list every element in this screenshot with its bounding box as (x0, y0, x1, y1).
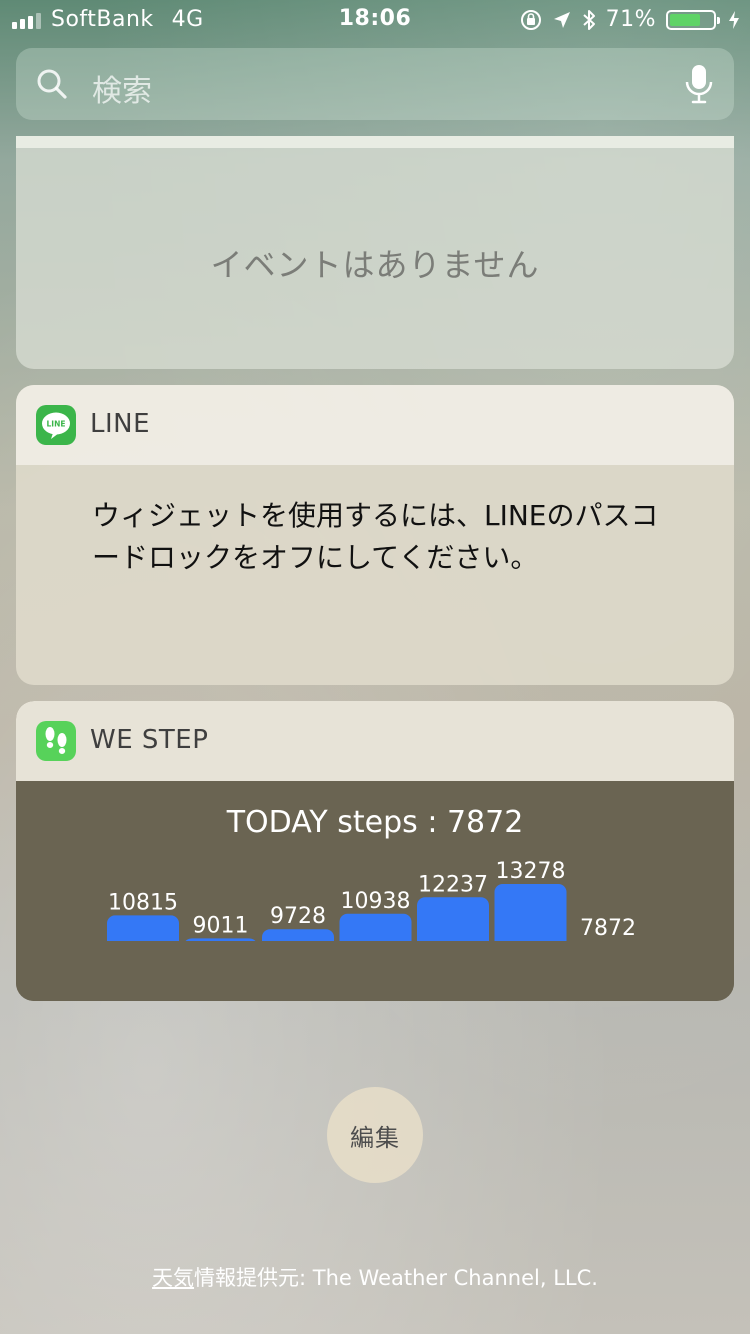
location-icon (553, 11, 570, 28)
charging-icon (729, 10, 739, 29)
svg-text:LINE: LINE (47, 420, 66, 429)
step-value-label: 9011 (193, 913, 249, 938)
orientation-lock-icon (520, 9, 541, 30)
chart-clip (16, 941, 734, 1001)
weather-attribution-text: 情報提供元: The Weather Channel, LLC. (194, 1266, 598, 1290)
footsteps-icon (36, 721, 76, 761)
steps-bar-chart: 10815 9011 9728 10938 12237 13278 7872 (16, 859, 734, 1001)
status-right: 71% (520, 7, 740, 32)
battery-icon (666, 9, 720, 30)
status-bar: SoftBank 4G 18:06 71% (0, 0, 750, 40)
step-bar (494, 884, 567, 949)
search-placeholder: 検索 (92, 74, 152, 109)
widget-divider (16, 136, 734, 148)
edit-button[interactable]: 編集 (327, 1087, 423, 1183)
step-value-label: 9728 (270, 904, 326, 929)
line-app-name: LINE (90, 409, 151, 439)
step-value-label: 7872 (580, 916, 636, 941)
westep-widget[interactable]: WE STEP TODAY steps : 7872 10815 9011 9728… (16, 701, 734, 1001)
weather-attribution: 天気情報提供元: The Weather Channel, LLC. (0, 1262, 750, 1292)
battery-percent: 71% (605, 7, 656, 32)
search-bar[interactable]: 検索 (16, 48, 734, 120)
events-widget: イベントはありません (16, 136, 734, 369)
battery-level (670, 13, 700, 26)
line-widget-body: ウィジェットを使用するには、LINEのパスコードロックをオフにしてください。 (16, 465, 734, 685)
step-value-label: 10815 (108, 890, 178, 915)
bluetooth-icon (582, 9, 595, 30)
westep-widget-header[interactable]: WE STEP (16, 701, 734, 781)
weather-link[interactable]: 天気 (152, 1266, 194, 1290)
westep-app-name: WE STEP (90, 725, 209, 755)
step-value-label: 13278 (496, 859, 566, 884)
microphone-icon[interactable] (684, 64, 714, 104)
line-widget-header[interactable]: LINE LINE (16, 385, 734, 465)
step-value-label: 10938 (341, 889, 411, 914)
line-passcode-message: ウィジェットを使用するには、LINEのパスコードロックをオフにしてください。 (92, 499, 659, 574)
line-app-icon: LINE (36, 405, 76, 445)
no-events-text: イベントはありません (210, 246, 540, 284)
search-icon (37, 69, 67, 99)
line-widget[interactable]: LINE LINE ウィジェットを使用するには、LINEのパスコードロックをオフ… (16, 385, 734, 685)
step-value-label: 12237 (418, 872, 488, 897)
